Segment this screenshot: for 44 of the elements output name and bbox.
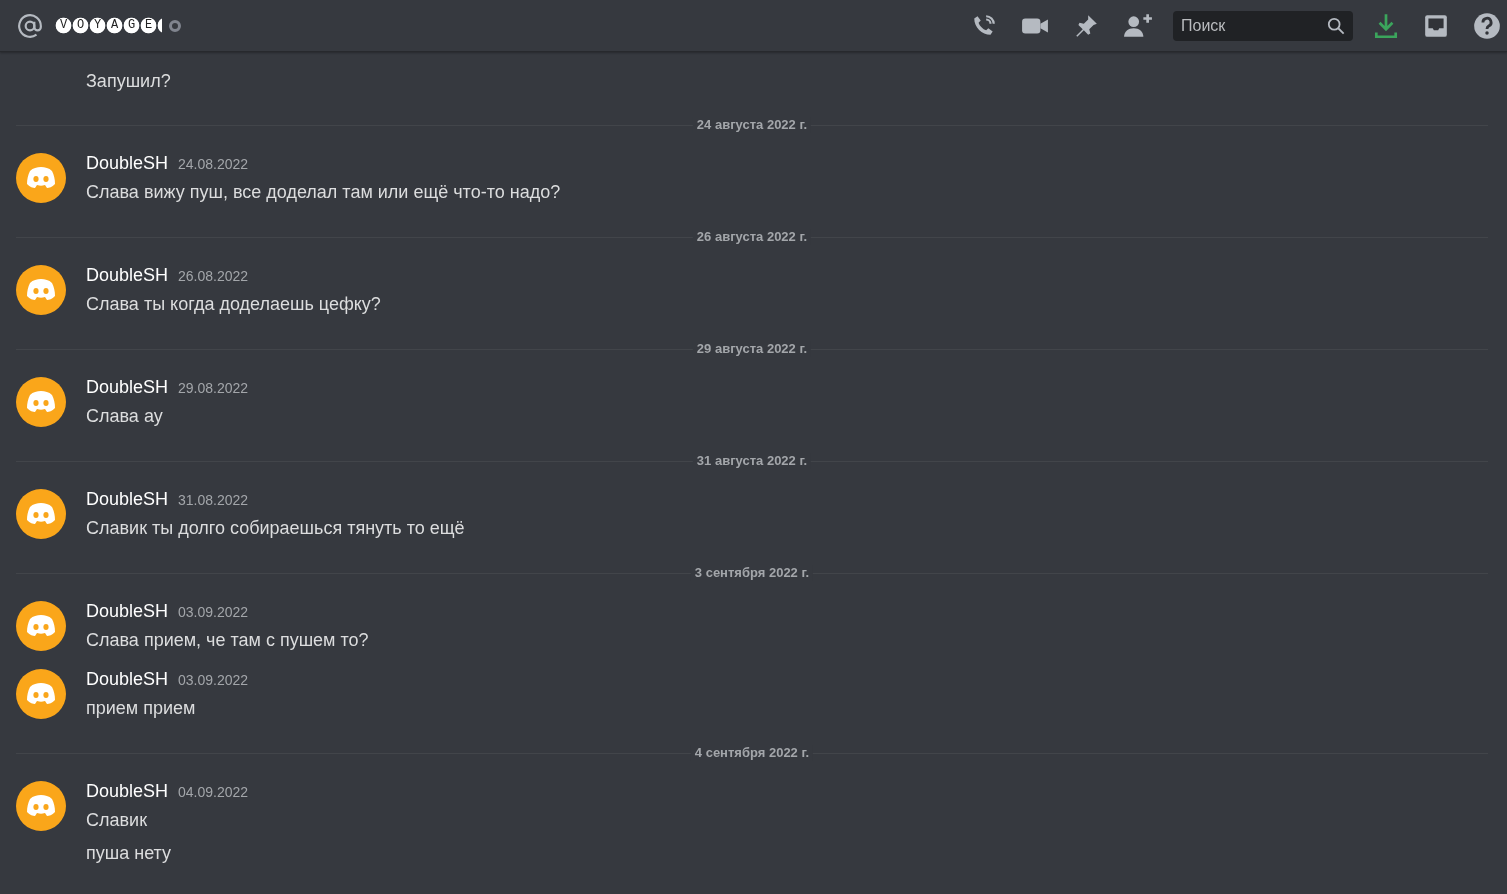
help-icon[interactable]	[1473, 11, 1501, 40]
author-name[interactable]: DoubleSH	[86, 489, 169, 510]
avatar-icon[interactable]	[16, 265, 66, 315]
author-name[interactable]: DoubleSH	[86, 377, 169, 398]
author-name[interactable]: DoubleSH	[86, 265, 169, 286]
search-field[interactable]: Поиск	[1173, 10, 1353, 41]
timestamp: 24.08.2022	[178, 156, 249, 172]
author-name[interactable]: DoubleSH	[86, 781, 169, 802]
avatar-icon[interactable]	[16, 153, 66, 203]
message-text: прием прием	[86, 697, 197, 720]
date-divider-label: 3 сентября 2022 г.	[690, 565, 814, 581]
message-text: Слава вижу пуш, все доделал там или ещё что-то надо?	[86, 181, 561, 204]
timestamp: 29.08.2022	[178, 380, 249, 396]
avatar-icon[interactable]	[16, 601, 66, 651]
message-text: Славик ты долго собираешься тянуть то ещё	[86, 517, 465, 540]
avatar-icon[interactable]	[16, 781, 66, 831]
timestamp: 04.09.2022	[178, 784, 249, 800]
date-divider-label: 29 августа 2022 г.	[692, 341, 812, 357]
at-sign-icon	[17, 12, 43, 39]
timestamp: 26.08.2022	[178, 268, 249, 284]
avatar-icon[interactable]	[16, 669, 66, 719]
search-icon	[1327, 16, 1345, 35]
inbox-icon[interactable]	[1423, 12, 1449, 39]
message-text: Запушил?	[86, 70, 172, 93]
avatar-icon[interactable]	[16, 489, 66, 539]
status-icon	[169, 19, 181, 32]
message-text: Слава ау	[86, 405, 164, 428]
download-icon[interactable]	[1373, 11, 1399, 40]
timestamp: 03.09.2022	[178, 672, 249, 688]
date-divider-label: 4 сентября 2022 г.	[690, 745, 814, 761]
author-name[interactable]: DoubleSH	[86, 601, 169, 622]
date-divider-label: 26 августа 2022 г.	[692, 229, 812, 245]
avatar-icon[interactable]	[16, 377, 66, 427]
message-text: пуша нету	[86, 842, 172, 865]
date-divider-label: 24 августа 2022 г.	[692, 117, 812, 133]
author-name[interactable]: DoubleSH	[86, 153, 169, 174]
add-friend-icon[interactable]	[1123, 12, 1153, 39]
timestamp: 31.08.2022	[178, 492, 249, 508]
author-name[interactable]: DoubleSH	[86, 669, 169, 690]
message-text: Слава ты когда доделаешь цефку?	[86, 293, 381, 316]
date-divider-label: 31 августа 2022 г.	[692, 453, 812, 469]
timestamp: 03.09.2022	[178, 604, 249, 620]
message-text: Слава прием, че там с пушем то?	[86, 629, 369, 652]
message-text: Славик	[86, 809, 148, 832]
